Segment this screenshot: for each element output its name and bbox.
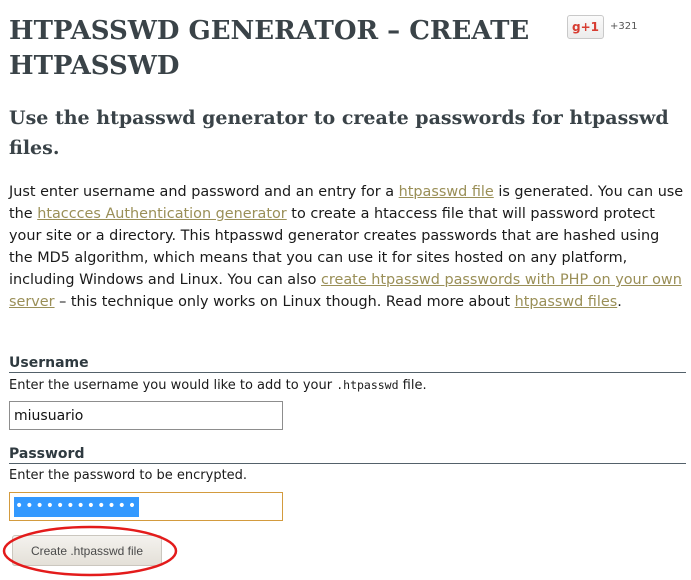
htpasswd-filename: .htpasswd — [336, 378, 399, 392]
page-subtitle: Use the htpasswd generator to create pas… — [9, 107, 669, 159]
intro-text: – this technique only works on Linux tho… — [54, 294, 515, 310]
google-plus-count: +321 — [610, 21, 638, 32]
password-label: Password — [9, 445, 686, 464]
htpasswd-file-link[interactable]: htpasswd file — [399, 184, 494, 200]
password-description: Enter the password to be encrypted. — [9, 468, 248, 483]
google-plus-one-button[interactable]: g+1 — [567, 15, 604, 39]
google-plus-icon: g+1 — [572, 20, 599, 34]
create-htpasswd-button[interactable]: Create .htpasswd file — [12, 535, 162, 566]
htpasswd-files-link[interactable]: htpasswd files — [515, 294, 618, 310]
page-title: HTPASSWD GENERATOR – CREATE HTPASSWD — [9, 16, 530, 81]
password-masked-value: •••••••••••• — [14, 496, 140, 517]
password-input[interactable]: •••••••••••• — [9, 492, 283, 521]
username-desc-text: Enter the username you would like to add… — [9, 378, 337, 393]
username-description: Enter the username you would like to add… — [9, 377, 427, 394]
intro-text: Just enter username and password and an … — [9, 184, 399, 200]
username-desc-text: file. — [398, 378, 427, 393]
username-label: Username — [9, 354, 686, 373]
intro-text: . — [617, 294, 622, 310]
htaccess-auth-generator-link[interactable]: htaccces Authentication generator — [37, 206, 287, 222]
username-input[interactable]: miusuario — [9, 401, 283, 430]
intro-paragraph: Just enter username and password and an … — [9, 181, 685, 313]
username-value: miusuario — [14, 407, 84, 424]
